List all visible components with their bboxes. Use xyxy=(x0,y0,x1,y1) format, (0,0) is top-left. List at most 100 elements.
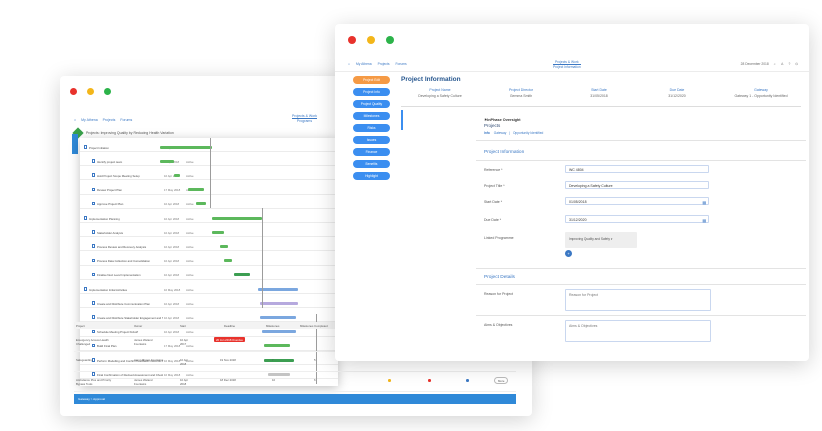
nav-forums[interactable]: Forums xyxy=(396,62,407,66)
gantt-task-date: 10 Apr 2018 xyxy=(164,301,180,306)
gantt-task-name: Project Initiation xyxy=(89,145,109,150)
content-accent xyxy=(401,110,403,130)
gantt-bar[interactable] xyxy=(234,273,250,277)
nav-my-athena[interactable]: My Athena xyxy=(81,118,98,122)
sidebar-button-risks[interactable]: Risks xyxy=(353,124,390,132)
sidebar-button-highlight[interactable]: Highlight xyxy=(353,172,390,180)
add-programme-button[interactable]: + xyxy=(565,250,572,257)
gantt-task-name: Finalise Next Level Implementation xyxy=(97,273,141,278)
sidebar-button-issues[interactable]: Issues xyxy=(353,136,390,144)
help-icon[interactable]: ? xyxy=(789,62,791,66)
gantt-bar[interactable] xyxy=(160,145,212,149)
aims-textarea[interactable]: Aims & Objectives xyxy=(565,320,711,342)
aims-placeholder: Aims & Objectives xyxy=(569,324,598,328)
row-project: Emergency Access Health Challenged xyxy=(76,338,109,346)
gantt-bar[interactable] xyxy=(160,159,174,163)
gantt-task-name: Review Project Plan xyxy=(97,188,123,193)
calendar-icon[interactable]: ▦ xyxy=(702,200,706,205)
linked-programme-select[interactable]: Improving Quality and Safety ▾ xyxy=(565,232,637,248)
reference-input[interactable]: WC 4804 xyxy=(565,165,709,173)
th-milestones-completed[interactable]: Milestones Completed xyxy=(300,324,328,328)
reason-placeholder: Reason for Project xyxy=(569,293,598,297)
table-row[interactable]: Ambulance Plus and Priority Bypass Tools… xyxy=(74,372,516,392)
start-date-label: Start Date * xyxy=(484,200,503,204)
gantt-task-status: Active xyxy=(186,259,194,264)
close-window-button[interactable] xyxy=(348,36,356,44)
user-icon[interactable]: ♙ xyxy=(781,62,784,66)
maximize-window-button[interactable] xyxy=(104,88,111,95)
gantt-row[interactable]: Finalise Next Level Implementation 10 Apr… xyxy=(80,270,338,280)
nav-projects[interactable]: Projects xyxy=(103,118,116,122)
gantt-bar[interactable] xyxy=(260,315,296,319)
sidebar-button-project-quality[interactable]: Project Quality xyxy=(353,100,390,108)
gantt-task-date: 10 Apr 2018 xyxy=(164,315,180,320)
gantt-row[interactable]: Process Review and Recovery Analysis 10 A… xyxy=(80,241,338,252)
sidebar-button-finance[interactable]: Finance xyxy=(353,148,390,156)
summary-value: Gateway 1 - Opportunity Identified xyxy=(734,94,788,98)
gantt-row[interactable]: Stakeholder Analysis 10 Apr 2018 Active xyxy=(80,227,338,238)
gantt-row[interactable]: Implementation Planning 10 Apr 2018 Active xyxy=(80,213,338,223)
gantt-bar[interactable] xyxy=(174,173,180,177)
gantt-bar[interactable] xyxy=(220,244,228,248)
gantt-row[interactable]: Approve Project Plan 10 Apr 2018 Active xyxy=(80,199,338,209)
section-divider xyxy=(476,284,806,285)
gantt-row[interactable]: Hold Project Scope Meeting Setup 10 Apr 2… xyxy=(80,170,338,181)
project-title-input[interactable]: Developing a Safety Culture xyxy=(565,181,709,189)
start-date-input[interactable]: 01/05/2018 ▦ xyxy=(565,197,709,205)
gantt-bar[interactable] xyxy=(196,202,206,206)
nav-center-tab[interactable]: Projects & Work Project Information xyxy=(553,60,581,69)
th-start[interactable]: Start xyxy=(180,324,186,328)
breadcrumb-gateway[interactable]: Gateway xyxy=(494,131,507,135)
minimize-window-button[interactable] xyxy=(367,36,375,44)
th-owner[interactable]: Owner xyxy=(134,324,142,328)
search-icon[interactable]: ⌕ xyxy=(774,62,776,66)
task-icon xyxy=(92,315,95,319)
nav-projects[interactable]: Projects xyxy=(378,62,390,66)
nav-forums[interactable]: Forums xyxy=(120,118,132,122)
back-side-accent xyxy=(72,134,78,154)
maximize-window-button[interactable] xyxy=(386,36,394,44)
breadcrumb-opportunity[interactable]: Opportunity Identified xyxy=(513,131,543,135)
nav-my-athena[interactable]: My Athena xyxy=(356,62,372,66)
task-icon xyxy=(92,201,95,206)
gantt-row[interactable]: Review Project Plan17 May 2018Active xyxy=(80,185,338,195)
minimize-window-button[interactable] xyxy=(87,88,94,95)
th-milestones[interactable]: Milestones xyxy=(266,324,279,328)
sidebar-button-project-info[interactable]: Project Info xyxy=(353,88,390,96)
gantt-row[interactable]: Identify project team10 Apr 2018Active xyxy=(80,156,338,167)
power-icon[interactable]: ⏻ xyxy=(795,62,798,66)
breadcrumb-info[interactable]: Info xyxy=(484,131,490,135)
gantt-bar[interactable] xyxy=(224,259,232,263)
nav-center-tab[interactable]: Projects & Work Programs xyxy=(292,114,318,123)
sidebar-button-milestones[interactable]: Milestones xyxy=(353,112,390,120)
th-deadline[interactable]: Deadline xyxy=(224,324,235,328)
home-icon[interactable]: ⌂ xyxy=(74,118,76,122)
gantt-bar[interactable] xyxy=(188,188,204,192)
summary-key: Gateway xyxy=(754,88,768,92)
close-window-button[interactable] xyxy=(70,88,77,95)
gantt-bar[interactable] xyxy=(212,216,262,220)
gateway-footer-bar[interactable]: Gateway > Approval xyxy=(74,394,516,404)
gantt-bar[interactable] xyxy=(260,301,298,305)
gantt-row[interactable]: Create and Distribute Stakeholder Engage… xyxy=(80,312,338,323)
gantt-row[interactable]: Create and Distribute Communication Plan… xyxy=(80,298,338,309)
gantt-row[interactable]: Implementation Initial Activities 10 May … xyxy=(80,284,338,294)
gantt-bar[interactable] xyxy=(258,287,298,291)
home-icon[interactable]: ⌂ xyxy=(348,62,350,66)
summary-value: 31/12/2020 xyxy=(668,94,686,98)
th-project[interactable]: Project xyxy=(76,324,85,328)
sidebar-button-project-edit[interactable]: Project Edit xyxy=(353,76,390,84)
nav-center-line2: Programs xyxy=(296,119,313,123)
gantt-row[interactable]: Project Initiation10 Apr 2018Active xyxy=(80,142,338,152)
reason-textarea[interactable]: Reason for Project xyxy=(565,289,711,311)
sidebar-button-benefits[interactable]: Benefits xyxy=(353,160,390,168)
calendar-icon[interactable]: ▦ xyxy=(702,218,706,223)
gantt-row[interactable]: Process Data Collection and Consolidatio… xyxy=(80,256,338,266)
gantt-bar[interactable] xyxy=(212,230,224,234)
reference-value: WC 4804 xyxy=(569,168,584,172)
breadcrumb-separator: | xyxy=(509,131,511,135)
due-date-input[interactable]: 31/12/2020 ▦ xyxy=(565,215,709,223)
task-icon xyxy=(84,287,87,291)
more-button[interactable]: More xyxy=(494,377,509,384)
gantt-task-status: Active xyxy=(186,159,194,164)
